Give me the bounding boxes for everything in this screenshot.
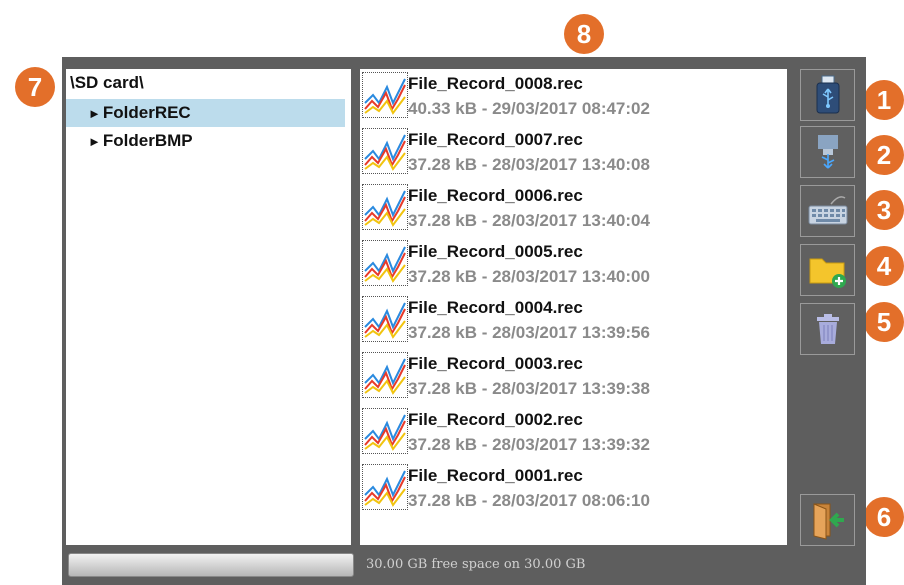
chart-file-icon (362, 352, 408, 398)
file-details: 37.28 kB - 28/03/2017 13:40:04 (408, 211, 650, 230)
callout-badge-6: 6 (864, 497, 904, 537)
file-details: 37.28 kB - 28/03/2017 13:40:00 (408, 267, 650, 286)
file-name: File_Record_0005.rec (408, 242, 583, 261)
file-name: File_Record_0003.rec (408, 354, 583, 373)
tree-item-folderrec[interactable]: ► FolderREC (66, 99, 345, 127)
file-list-item[interactable]: File_Record_0001.rec 37.28 kB - 28/03/201… (360, 461, 787, 517)
chart-file-icon (362, 296, 408, 342)
trash-icon (816, 314, 839, 344)
callout-badge-2: 2 (864, 135, 904, 175)
keyboard-icon (808, 196, 847, 225)
file-name: File_Record_0006.rec (408, 186, 583, 205)
file-name: File_Record_0008.rec (408, 74, 583, 93)
callout-badge-1: 1 (864, 80, 904, 120)
file-list-item[interactable]: File_Record_0007.rec 37.28 kB - 28/03/201… (360, 125, 787, 181)
storage-usage-bar (68, 553, 354, 577)
callout-badge-3: 3 (864, 190, 904, 230)
keyboard-button[interactable] (800, 185, 855, 237)
usb-transfer-icon (817, 135, 838, 169)
chart-file-icon (362, 464, 408, 510)
file-list-item[interactable]: File_Record_0003.rec 37.28 kB - 28/03/201… (360, 349, 787, 405)
tree-arrow-icon: ► (88, 134, 101, 149)
callout-badge-4: 4 (864, 246, 904, 286)
callout-badge-5: 5 (864, 302, 904, 342)
file-name: File_Record_0007.rec (408, 130, 583, 149)
file-details: 40.33 kB - 29/03/2017 08:47:02 (408, 99, 650, 118)
usb-transfer-button[interactable] (800, 126, 855, 178)
file-details: 37.28 kB - 28/03/2017 13:39:56 (408, 323, 650, 342)
chart-file-icon (362, 240, 408, 286)
exit-icon (813, 503, 844, 540)
file-list-item[interactable]: File_Record_0002.rec 37.28 kB - 28/03/201… (360, 405, 787, 461)
usb-stick-icon (816, 75, 839, 114)
file-details: 37.28 kB - 28/03/2017 13:40:08 (408, 155, 650, 174)
file-name: File_Record_0004.rec (408, 298, 583, 317)
tree-root-label[interactable]: \SD card\ (70, 73, 144, 93)
file-list: File_Record_0008.rec 40.33 kB - 29/03/201… (360, 69, 787, 545)
file-list-item[interactable]: File_Record_0006.rec 37.28 kB - 28/03/201… (360, 181, 787, 237)
folder-tree: \SD card\ ► FolderREC ► FolderBMP (66, 69, 351, 545)
tree-item-label: FolderBMP (102, 131, 193, 150)
file-list-item[interactable]: File_Record_0004.rec 37.28 kB - 28/03/201… (360, 293, 787, 349)
callout-badge-8: 8 (564, 14, 604, 54)
delete-button[interactable] (800, 303, 855, 355)
file-list-item[interactable]: File_Record_0005.rec 37.28 kB - 28/03/201… (360, 237, 787, 293)
tree-item-folderbmp[interactable]: ► FolderBMP (66, 127, 345, 155)
file-details: 37.28 kB - 28/03/2017 13:39:32 (408, 435, 650, 454)
free-space-label: 30.00 GB free space on 30.00 GB (366, 557, 586, 572)
file-list-item[interactable]: File_Record_0008.rec 40.33 kB - 29/03/201… (360, 69, 787, 125)
new-folder-button[interactable] (800, 244, 855, 296)
file-details: 37.28 kB - 28/03/2017 13:39:38 (408, 379, 650, 398)
new-folder-icon (809, 258, 846, 288)
chart-file-icon (362, 72, 408, 118)
usb-stick-button[interactable] (800, 69, 855, 121)
callout-badge-7: 7 (15, 67, 55, 107)
file-name: File_Record_0001.rec (408, 466, 583, 485)
chart-file-icon (362, 408, 408, 454)
file-name: File_Record_0002.rec (408, 410, 583, 429)
tree-arrow-icon: ► (88, 106, 101, 121)
exit-button[interactable] (800, 494, 855, 546)
chart-file-icon (362, 128, 408, 174)
chart-file-icon (362, 184, 408, 230)
tree-item-label: FolderREC (102, 103, 191, 122)
file-details: 37.28 kB - 28/03/2017 08:06:10 (408, 491, 650, 510)
